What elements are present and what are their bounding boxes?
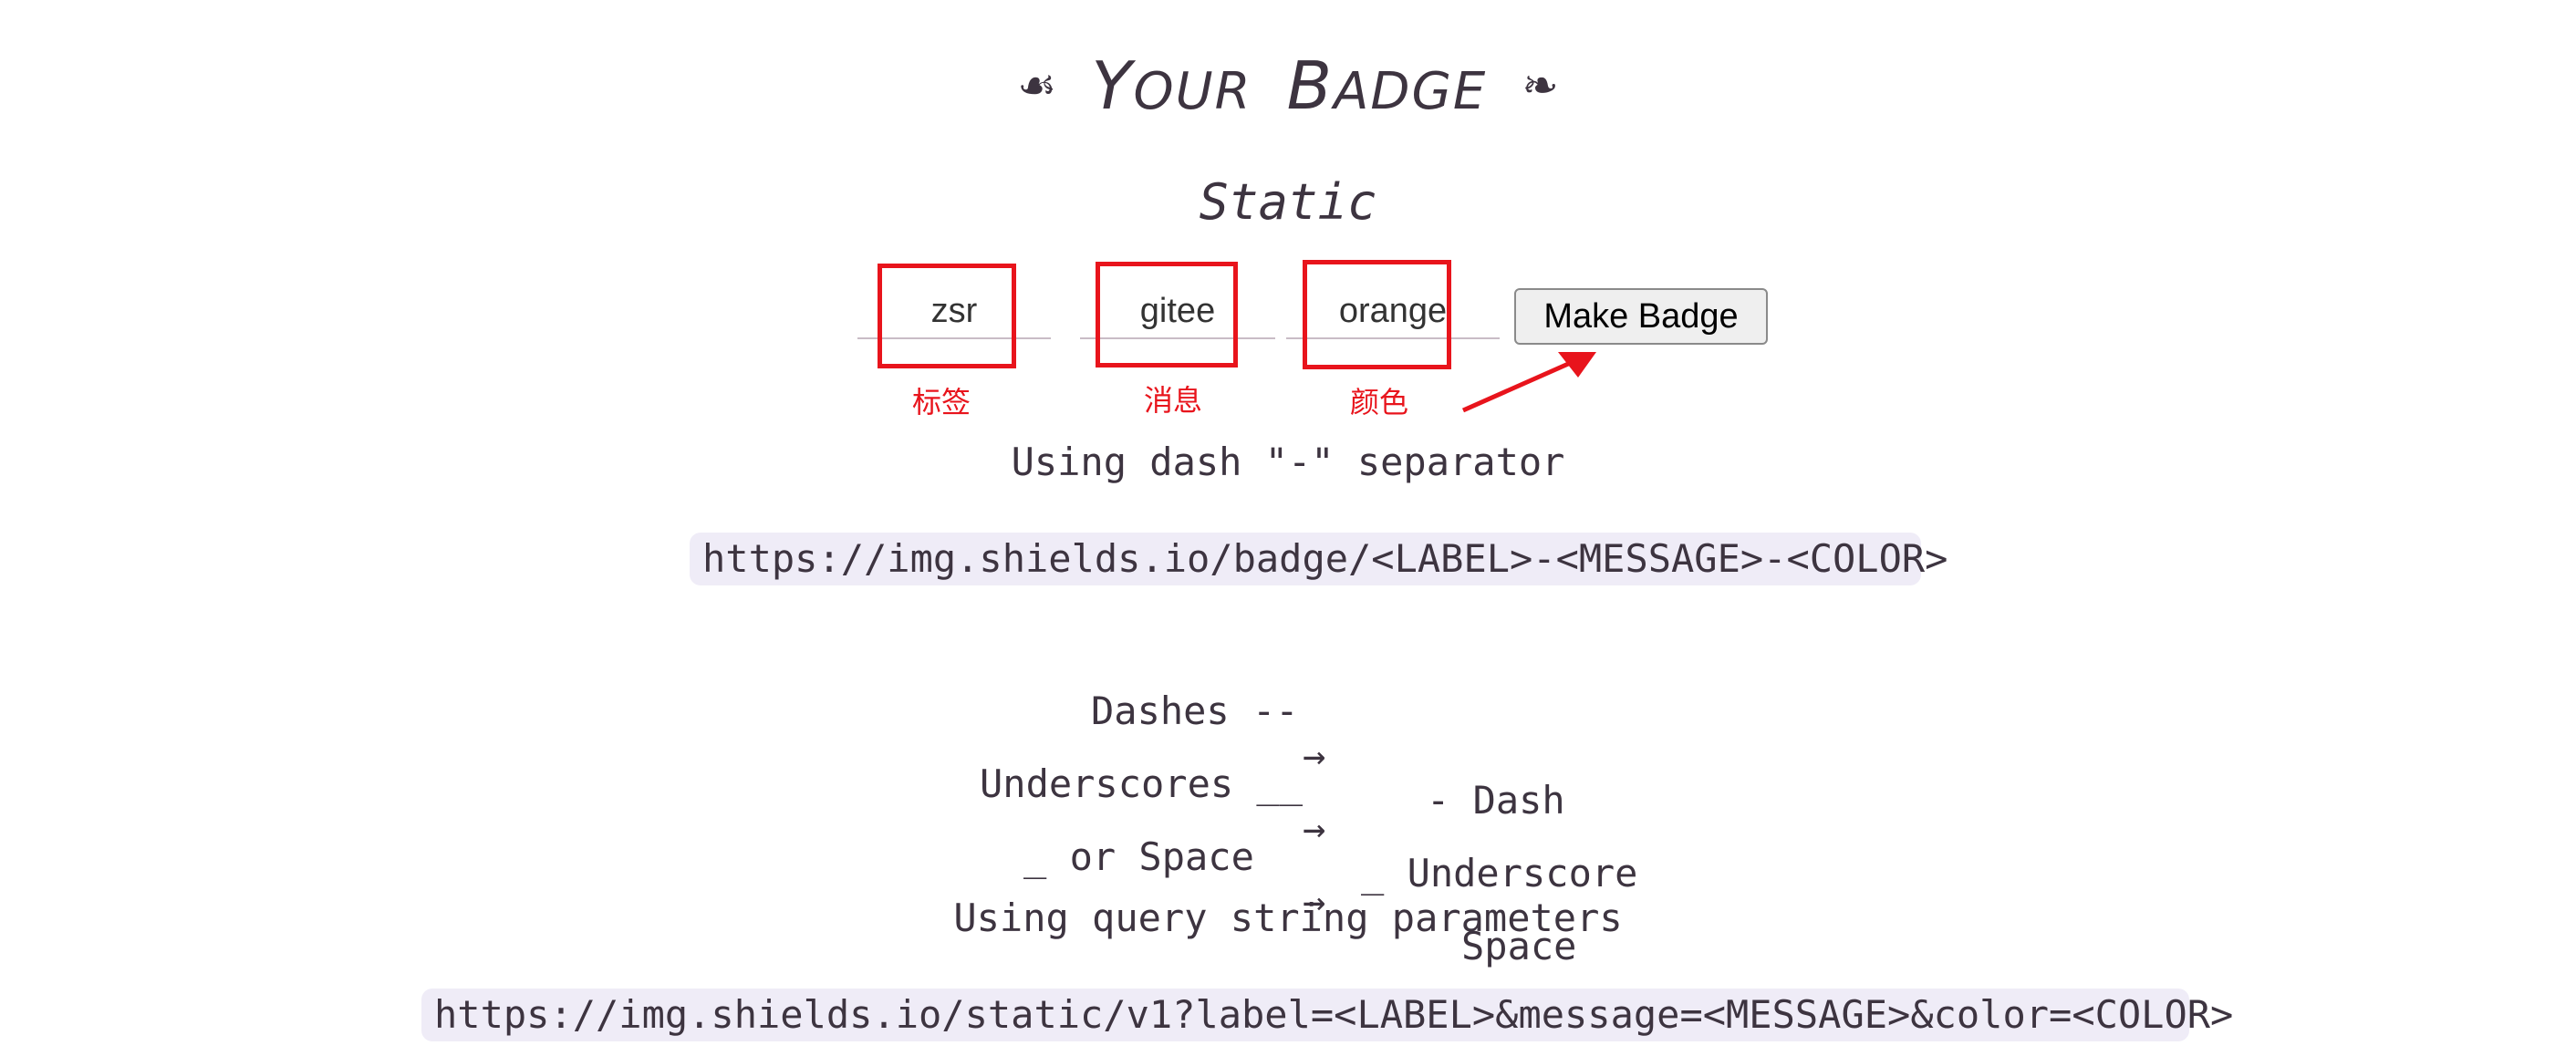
- rule-row-space: _ or Space → Space: [0, 790, 2576, 968]
- label-annotation: 标签: [911, 385, 971, 419]
- color-input[interactable]: [1286, 285, 1500, 339]
- dash-url-pattern: https://img.shields.io/badge/<LABEL>-<ME…: [690, 533, 1948, 585]
- color-annotation: 颜色: [1349, 385, 1408, 419]
- message-input[interactable]: [1080, 285, 1275, 339]
- label-input[interactable]: [857, 285, 1051, 339]
- title-word-your: YOUR: [1091, 47, 1252, 124]
- rule-input: _ or Space: [1023, 834, 1254, 879]
- ornament-right-icon: ❧: [1522, 60, 1559, 111]
- query-params-heading: Using query string parameters: [953, 896, 1623, 940]
- page-title: ☙ YOUR BADGE ❧: [0, 47, 2576, 124]
- section-title: Static: [1199, 173, 1377, 231]
- dash-separator-heading: Using dash "-" separator: [1011, 440, 1565, 484]
- ornament-left-icon: ☙: [1017, 60, 1057, 111]
- title-word-badge: BADGE: [1286, 47, 1488, 124]
- query-url-pattern: https://img.shields.io/static/v1?label=<…: [421, 989, 2233, 1041]
- annotation-arrow-icon: [1461, 352, 1596, 413]
- make-badge-button[interactable]: Make Badge: [1514, 288, 1768, 345]
- message-annotation: 消息: [1143, 383, 1202, 418]
